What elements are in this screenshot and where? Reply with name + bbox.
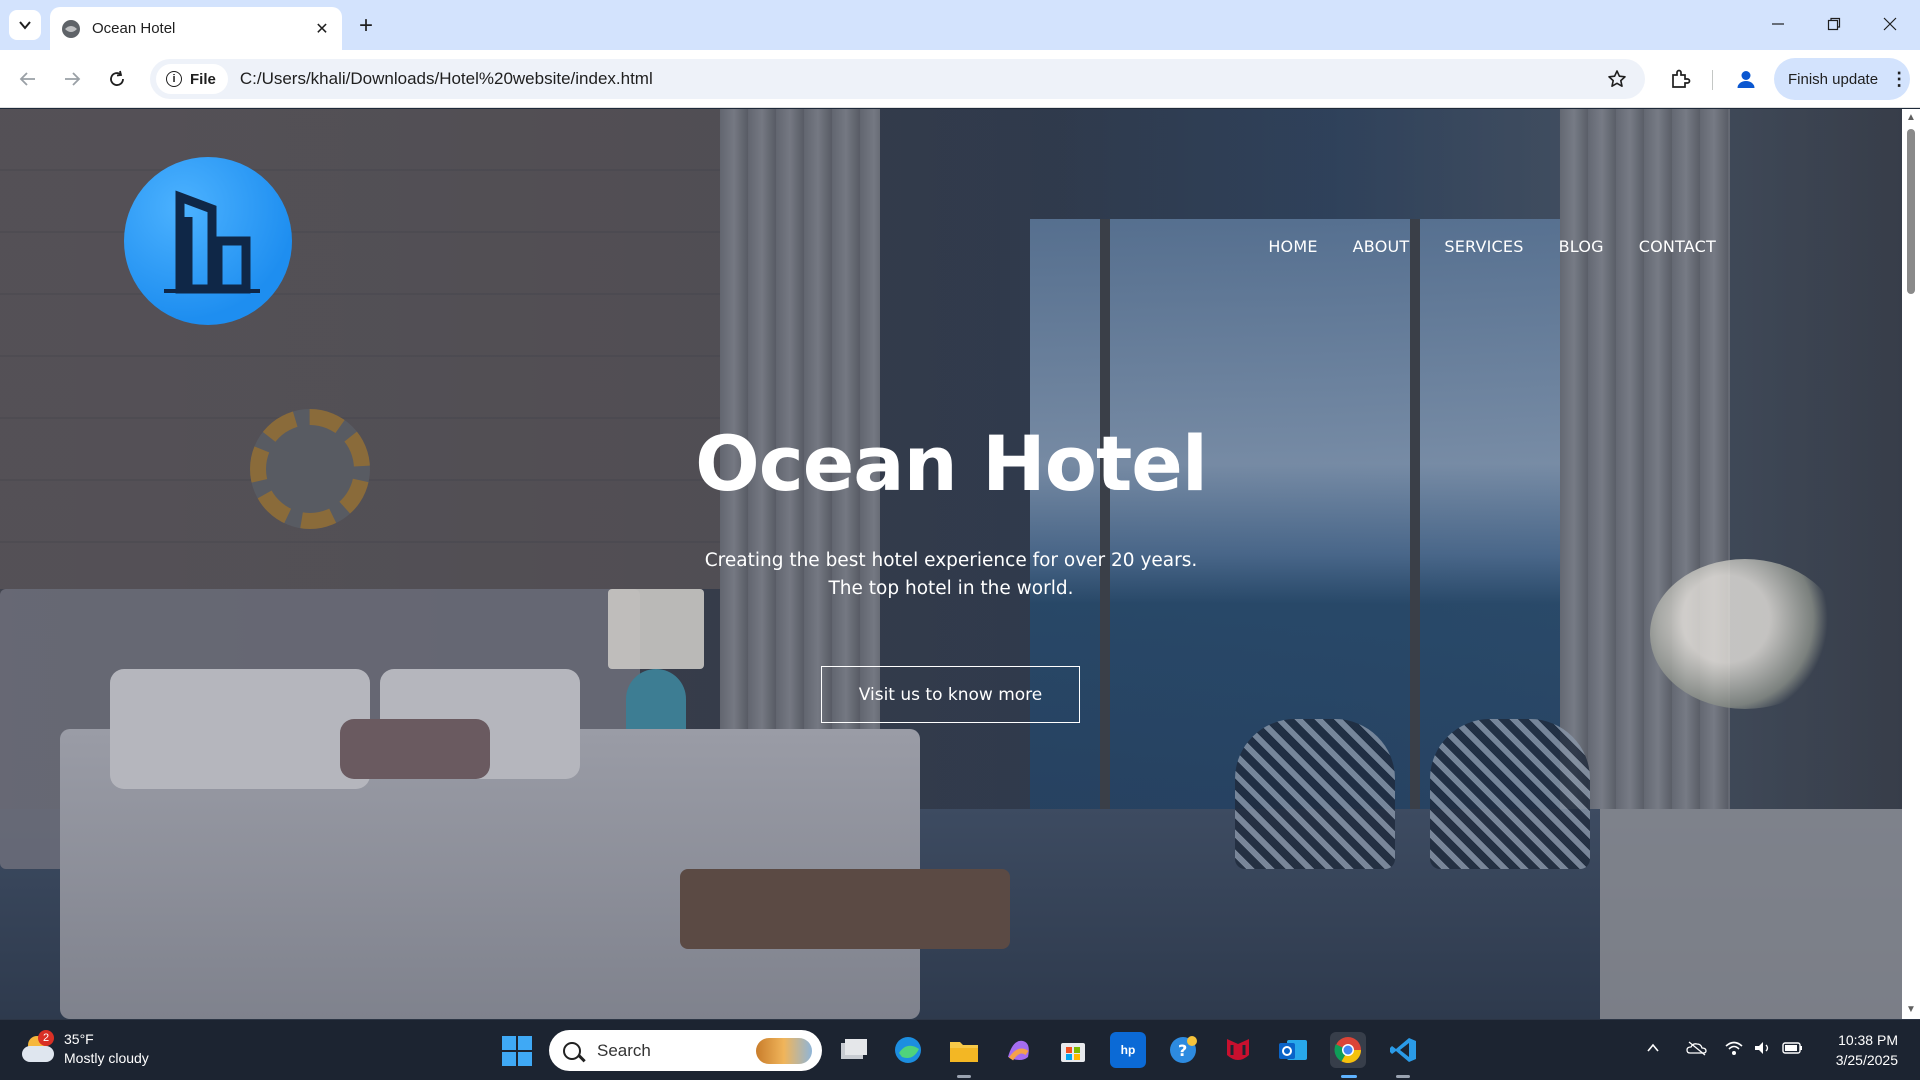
weather-badge: 2 [38, 1030, 54, 1046]
wifi-icon[interactable] [1724, 1040, 1744, 1059]
url-text[interactable]: C:/Users/khali/Downloads/Hotel%20website… [240, 69, 1603, 89]
myhp-icon[interactable]: hp [1110, 1032, 1146, 1068]
browser-toolbar: i File C:/Users/khali/Downloads/Hotel%20… [0, 50, 1920, 108]
hero-balcony-chair [1235, 719, 1395, 869]
mcafee-icon[interactable] [1220, 1032, 1256, 1068]
visit-us-button[interactable]: Visit us to know more [821, 666, 1080, 723]
site-info-chip[interactable]: i File [156, 64, 228, 94]
close-icon [1883, 17, 1897, 31]
page-viewport: HOME ABOUT SERVICES BLOG CONTACT Ocean H… [0, 109, 1902, 1019]
tab-search-button[interactable] [9, 10, 41, 40]
hero-title: Ocean Hotel [695, 419, 1208, 508]
weather-widget[interactable]: 2 35°F Mostly cloudy [20, 1030, 149, 1068]
scroll-thumb[interactable] [1907, 129, 1915, 294]
help-icon[interactable]: ? [1165, 1032, 1201, 1068]
reload-icon [110, 70, 124, 86]
microsoft-store-icon[interactable] [1055, 1032, 1091, 1068]
back-icon [19, 72, 35, 86]
finish-update-button[interactable]: Finish update ⋮ [1774, 58, 1910, 100]
restore-icon [1827, 17, 1841, 31]
taskbar-indicator-active [1341, 1075, 1357, 1078]
copilot-icon[interactable] [1000, 1032, 1036, 1068]
weather-cloudy-icon: 2 [20, 1030, 54, 1064]
scroll-up-icon[interactable]: ▲ [1906, 113, 1916, 123]
menu-dots-icon: ⋮ [1890, 69, 1909, 89]
tray-overflow-icon[interactable] [1645, 1040, 1661, 1059]
search-highlight-icon [756, 1037, 812, 1064]
hero-bench [680, 869, 1010, 949]
taskbar-indicator [957, 1075, 971, 1078]
svg-text:?: ? [1178, 1041, 1187, 1060]
vscode-icon[interactable] [1385, 1032, 1421, 1068]
edge-icon[interactable] [890, 1032, 926, 1068]
hero-subtitle: Creating the best hotel experience for o… [0, 547, 1902, 603]
site-logo[interactable] [124, 157, 292, 325]
hero-vanity [1600, 809, 1902, 1019]
nav-link-blog[interactable]: BLOG [1559, 237, 1604, 256]
profile-icon [1737, 71, 1755, 88]
clock-time: 10:38 PM [1838, 1032, 1898, 1048]
scroll-down-icon[interactable]: ▼ [1906, 1005, 1916, 1015]
nav-link-home[interactable]: HOME [1268, 237, 1317, 256]
hero-pillow [110, 669, 370, 789]
tab-strip: Ocean Hotel ✕ + [0, 0, 1920, 50]
tab-close-icon[interactable]: ✕ [310, 17, 334, 41]
extensions-icon [1672, 69, 1691, 88]
toolbar-separator [1712, 70, 1713, 90]
battery-icon[interactable] [1782, 1040, 1804, 1059]
chevron-down-icon [19, 21, 31, 30]
outlook-icon[interactable] [1275, 1032, 1311, 1068]
taskbar-search-box[interactable]: Search [549, 1030, 822, 1071]
star-icon [1608, 70, 1626, 87]
info-icon: i [166, 71, 182, 87]
building-logo-icon [164, 190, 260, 294]
new-tab-button[interactable]: + [352, 12, 380, 40]
bookmark-star-button[interactable] [1603, 65, 1631, 93]
onedrive-offline-icon[interactable] [1686, 1040, 1708, 1059]
address-bar[interactable]: i File C:/Users/khali/Downloads/Hotel%20… [150, 59, 1645, 99]
nav-link-contact[interactable]: CONTACT [1639, 237, 1716, 256]
weather-desc: Mostly cloudy [64, 1050, 149, 1066]
nav-link-about[interactable]: ABOUT [1353, 237, 1410, 256]
hero-balcony-chair [1430, 719, 1590, 869]
reload-button[interactable] [101, 63, 133, 95]
weather-temp: 35°F [64, 1031, 94, 1047]
hero-wall-panel [0, 109, 720, 589]
minimize-icon [1772, 23, 1784, 25]
volume-icon[interactable] [1753, 1040, 1773, 1059]
finish-update-label: Finish update [1788, 70, 1879, 88]
clock-date: 3/25/2025 [1835, 1052, 1898, 1068]
profile-button[interactable] [1730, 63, 1762, 95]
tab-ocean-hotel[interactable]: Ocean Hotel ✕ [50, 7, 342, 50]
back-button[interactable] [12, 63, 44, 95]
search-icon [563, 1041, 581, 1060]
minimize-button[interactable] [1758, 8, 1798, 40]
taskbar-indicator [1396, 1075, 1410, 1078]
taskbar-clock[interactable]: 10:38 PM 3/25/2025 [1820, 1030, 1898, 1070]
nav-link-services[interactable]: SERVICES [1444, 237, 1523, 256]
tab-title: Ocean Hotel [92, 20, 176, 37]
taskbar-search-placeholder: Search [597, 1040, 651, 1060]
chip-label: File [190, 70, 216, 88]
chrome-icon[interactable] [1330, 1032, 1366, 1068]
main-nav: HOME ABOUT SERVICES BLOG CONTACT [1233, 237, 1716, 256]
extensions-button[interactable] [1664, 63, 1696, 95]
forward-icon [65, 72, 81, 86]
file-explorer-icon[interactable] [946, 1032, 982, 1068]
restore-button[interactable] [1814, 8, 1854, 40]
windows-taskbar: 2 35°F Mostly cloudy Search hp ? 10:38 P… [0, 1019, 1920, 1080]
windows-start-icon[interactable] [502, 1036, 532, 1066]
hero-subtitle-line-2: The top hotel in the world. [828, 578, 1074, 599]
globe-icon [62, 19, 80, 38]
task-view-icon[interactable] [836, 1032, 872, 1068]
forward-button[interactable] [56, 63, 88, 95]
hero-subtitle-line-1: Creating the best hotel experience for o… [704, 550, 1198, 571]
page-scrollbar[interactable]: ▲ ▼ [1902, 109, 1920, 1019]
hero-accent-pillow [340, 719, 490, 779]
close-window-button[interactable] [1870, 8, 1910, 40]
